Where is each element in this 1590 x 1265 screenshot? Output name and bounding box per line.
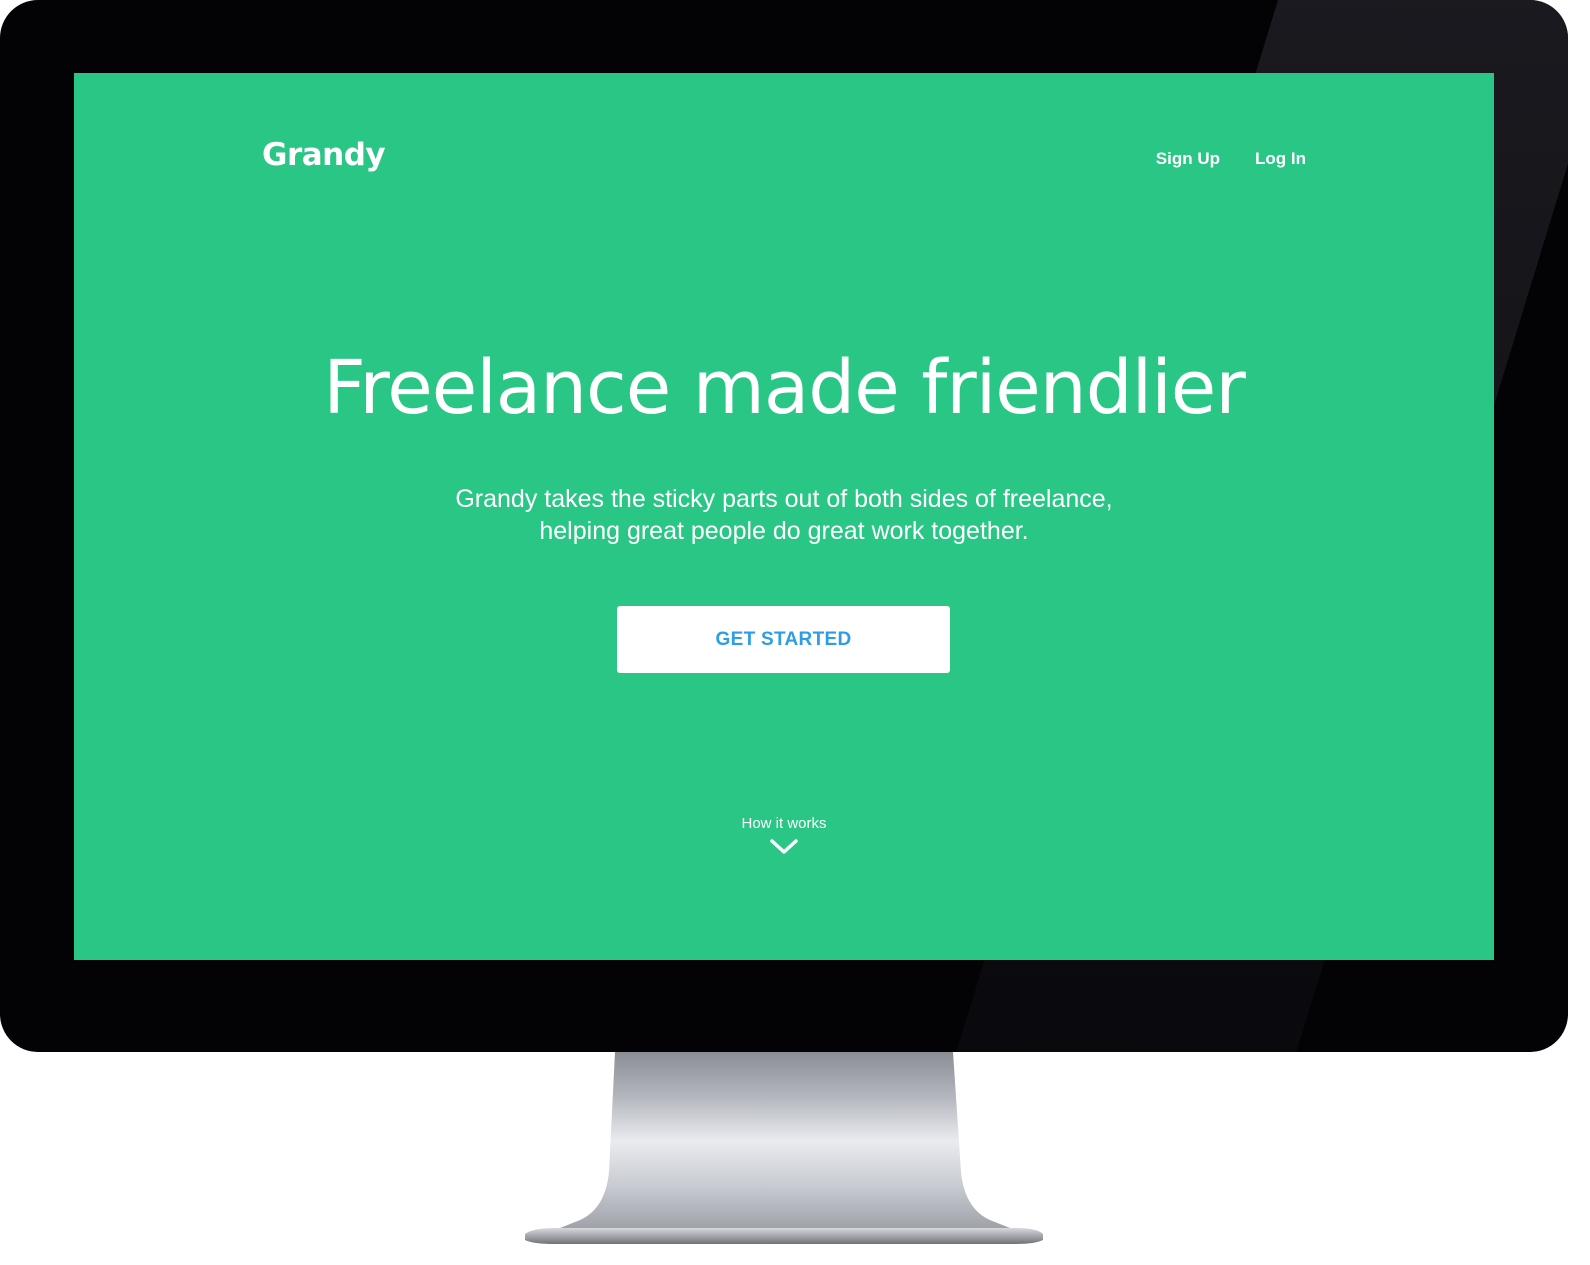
how-it-works-label: How it works [741, 815, 827, 832]
hero-subtitle-line1: Grandy takes the sticky parts out of bot… [455, 485, 1113, 513]
signup-link[interactable]: Sign Up [1156, 149, 1220, 169]
chevron-down-icon [769, 838, 799, 861]
hero-headline: Freelance made friendlier [323, 345, 1246, 431]
monitor-stand [525, 1052, 1045, 1252]
top-nav: Sign Up Log In [1156, 149, 1306, 169]
monitor-bezel: Grandy Sign Up Log In Freelance made fri… [0, 0, 1568, 1052]
how-it-works-link[interactable]: How it works [74, 815, 1494, 861]
get-started-button[interactable]: GET STARTED [617, 606, 950, 673]
login-link[interactable]: Log In [1255, 149, 1306, 169]
hero-subtitle-line2: helping great people do great work toget… [539, 517, 1029, 545]
hero-subtitle: Grandy takes the sticky parts out of bot… [74, 483, 1494, 547]
brand-logo[interactable]: Grandy [262, 137, 386, 173]
landing-page: Grandy Sign Up Log In Freelance made fri… [74, 73, 1494, 960]
